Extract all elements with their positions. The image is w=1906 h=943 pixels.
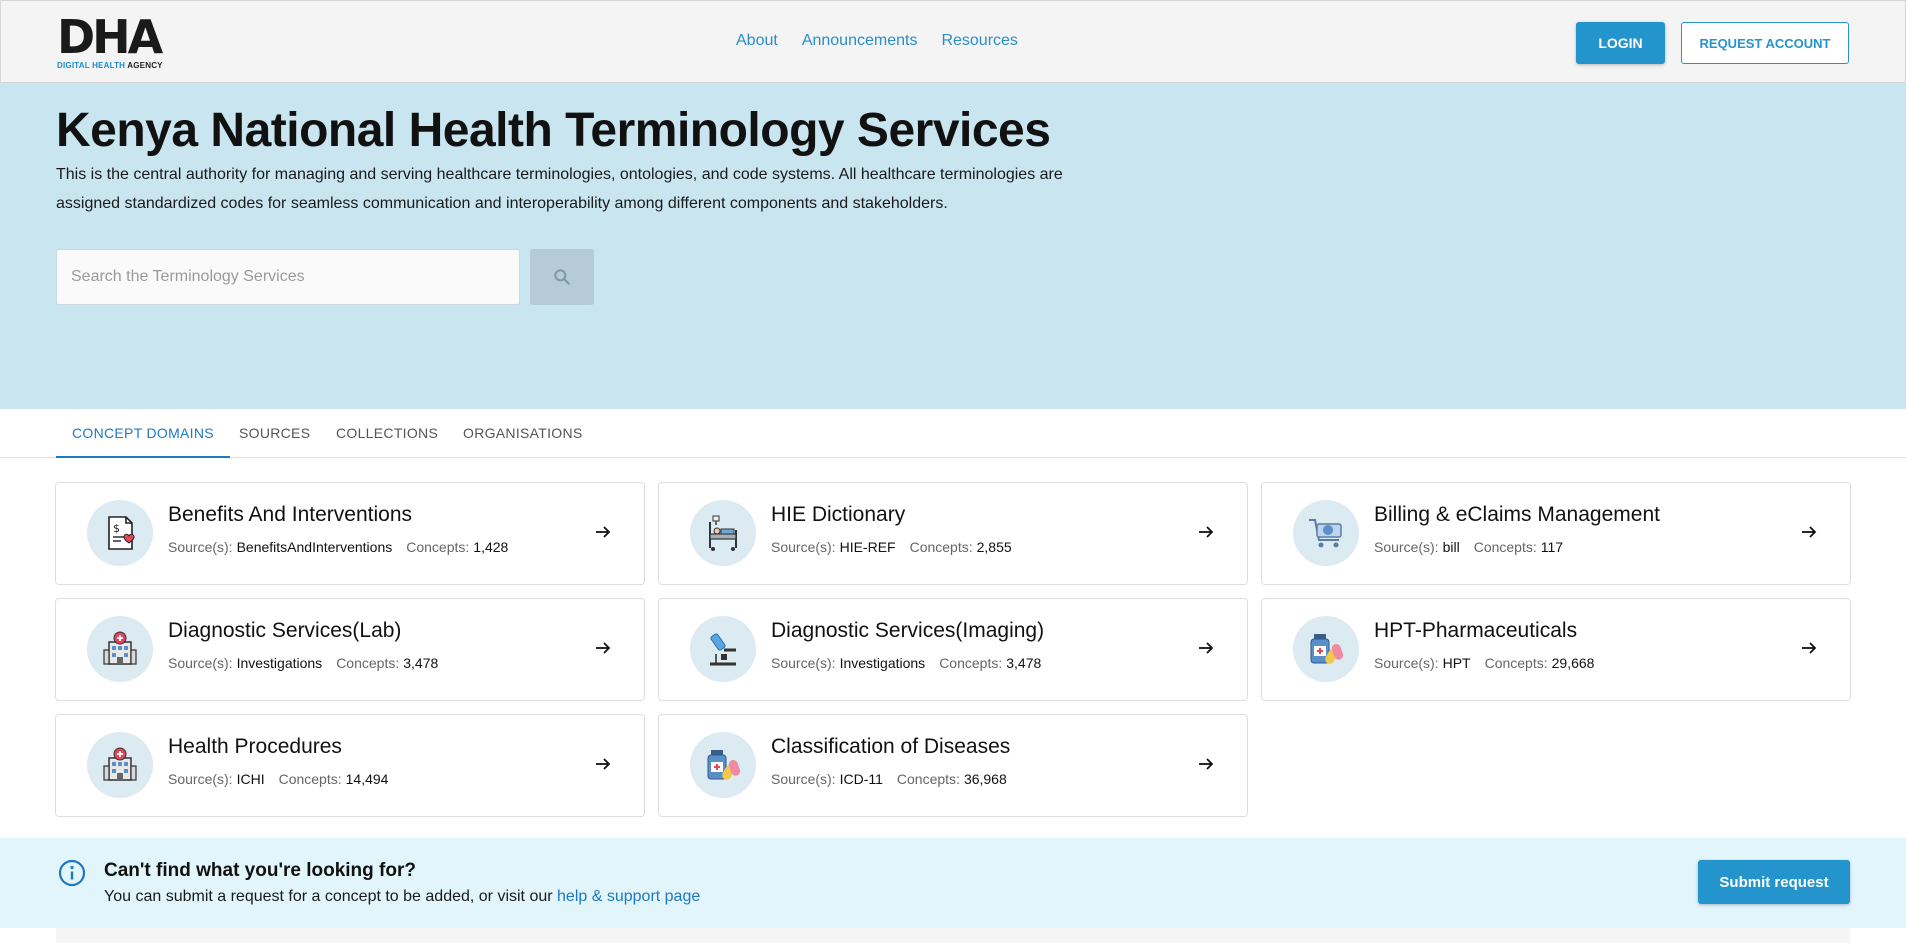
tab-collections[interactable]: COLLECTIONS [320, 409, 454, 458]
page-title: Kenya National Health Terminology Servic… [56, 104, 1051, 157]
card-meta: Source(s): HPT Concepts: 29,668 [1374, 655, 1595, 671]
cart-icon [1293, 500, 1359, 566]
tab-organisations[interactable]: ORGANISATIONS [447, 409, 599, 458]
svg-text:$: $ [113, 522, 120, 535]
search-icon [554, 269, 570, 285]
invoice-heart-icon: $ [87, 500, 153, 566]
card-meta: Source(s): bill Concepts: 117 [1374, 539, 1564, 555]
hospital-bed-icon [690, 500, 756, 566]
arrow-right-icon [596, 526, 611, 538]
search-button[interactable] [530, 249, 594, 305]
card-title: HPT-Pharmaceuticals [1374, 619, 1578, 642]
hero-section: Kenya National Health Terminology Servic… [0, 83, 1906, 409]
footer-strip [56, 928, 1850, 943]
arrow-right-icon [1199, 758, 1214, 770]
domain-card[interactable]: Diagnostic Services(Imaging) Source(s): I… [658, 598, 1248, 701]
logo-mark: DHA [57, 10, 163, 64]
card-meta: Source(s): ICD-11 Concepts: 36,968 [771, 771, 1007, 787]
login-button[interactable]: LOGIN [1576, 22, 1665, 64]
info-icon [58, 859, 86, 887]
help-text: You can submit a request for a concept t… [104, 888, 701, 905]
arrow-right-icon [596, 758, 611, 770]
card-title: Classification of Diseases [771, 735, 1011, 758]
domain-card[interactable]: Billing & eClaims Management Source(s): b… [1261, 482, 1851, 585]
card-title: Health Procedures [168, 735, 342, 758]
arrow-right-icon [1199, 526, 1214, 538]
arrow-right-icon [1199, 642, 1214, 654]
domain-tabs: CONCEPT DOMAINS SOURCES COLLECTIONS ORGA… [0, 409, 1906, 458]
domain-card[interactable]: HPT-Pharmaceuticals Source(s): HPT Concept… [1261, 598, 1851, 701]
arrow-right-icon [1802, 642, 1817, 654]
dha-logo[interactable]: DHA DIGITAL HEALTH AGENCY [57, 10, 173, 71]
nav-announcements-link[interactable]: Announcements [802, 32, 918, 50]
nav-about-link[interactable]: About [736, 32, 778, 50]
arrow-right-icon [596, 642, 611, 654]
card-meta: Source(s): Investigations Concepts: 3,478 [168, 655, 439, 671]
main-nav: About Announcements Resources [736, 32, 1018, 50]
help-banner: Can't find what you're looking for? You … [0, 838, 1906, 928]
hospital-building-icon [87, 616, 153, 682]
card-title: Diagnostic Services(Imaging) [771, 619, 1045, 642]
domain-card[interactable]: $ Benefits And Interventions Source(s): B… [55, 482, 645, 585]
card-title: Billing & eClaims Management [1374, 503, 1660, 526]
card-meta: Source(s): ICHI Concepts: 14,494 [168, 771, 389, 787]
card-meta: Source(s): BenefitsAndInterventions Concep… [168, 539, 509, 555]
nav-resources-link[interactable]: Resources [941, 32, 1017, 50]
card-title: Diagnostic Services(Lab) [168, 619, 402, 642]
logo-subtitle: DIGITAL HEALTH AGENCY [57, 61, 163, 70]
top-navbar: DHA DIGITAL HEALTH AGENCY About Announce… [0, 0, 1906, 83]
microscope-icon [690, 616, 756, 682]
card-meta: Source(s): HIE-REF Concepts: 2,855 [771, 539, 1012, 555]
card-meta: Source(s): Investigations Concepts: 3,478 [771, 655, 1042, 671]
card-title: HIE Dictionary [771, 503, 906, 526]
pills-icon [1293, 616, 1359, 682]
tab-sources[interactable]: SOURCES [223, 409, 326, 458]
domain-card[interactable]: Classification of Diseases Source(s): ICD… [658, 714, 1248, 817]
pills-icon [690, 732, 756, 798]
search-input[interactable] [56, 249, 520, 305]
help-support-link[interactable]: help & support page [557, 888, 700, 905]
tab-concept-domains[interactable]: CONCEPT DOMAINS [56, 409, 230, 458]
help-title: Can't find what you're looking for? [104, 860, 416, 881]
domain-card[interactable]: Diagnostic Services(Lab) Source(s): Inves… [55, 598, 645, 701]
domain-card[interactable]: HIE Dictionary Source(s): HIE-REF Concepts… [658, 482, 1248, 585]
arrow-right-icon [1802, 526, 1817, 538]
submit-request-button[interactable]: Submit request [1698, 860, 1850, 904]
card-title: Benefits And Interventions [168, 503, 412, 526]
page-description: This is the central authority for managi… [56, 166, 1063, 212]
request-account-button[interactable]: REQUEST ACCOUNT [1681, 22, 1849, 64]
hospital-building-icon [87, 732, 153, 798]
domain-card[interactable]: Health Procedures Source(s): ICHI Concepts… [55, 714, 645, 817]
